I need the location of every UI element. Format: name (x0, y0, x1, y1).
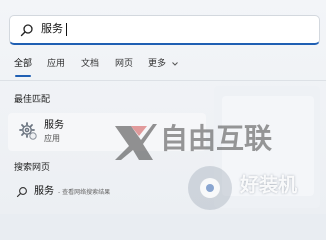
tab-documents[interactable]: 文档 (81, 58, 99, 70)
search-query: 服务 (41, 22, 63, 35)
tab-more[interactable]: 更多 (148, 58, 179, 70)
web-search-heading: 搜索网页 (14, 163, 51, 173)
tab-all[interactable]: 全部 (14, 58, 32, 70)
gear-icon (19, 122, 37, 140)
tab-more-label: 更多 (148, 59, 167, 69)
active-tab-indicator (15, 75, 31, 77)
tab-apps[interactable]: 应用 (47, 58, 65, 70)
watermark2-text: 好装机 (240, 174, 298, 196)
tabs-divider (0, 80, 326, 81)
watermark-logo (115, 124, 157, 160)
tab-web[interactable]: 网页 (115, 58, 133, 70)
chevron-down-icon (172, 61, 178, 66)
search-icon (16, 187, 27, 198)
watermark2-logo-dot (206, 184, 214, 192)
text-caret (66, 23, 67, 36)
web-search-subtitle: - 查看网络搜索结果 (58, 189, 111, 196)
web-search-result[interactable]: 服务 - 查看网络搜索结果 (8, 180, 208, 206)
best-match-heading: 最佳匹配 (14, 95, 51, 105)
search-icon (20, 24, 33, 37)
best-match-type: 应用 (44, 134, 60, 143)
best-match-name: 服务 (44, 120, 64, 131)
search-input[interactable]: 服务 (9, 15, 320, 45)
watermark-text: 自由互联 (160, 122, 273, 155)
web-search-query: 服务 (34, 186, 54, 197)
search-panel: 服务 全部 应用 文档 网页 更多 最佳匹配 服务 应用 搜索网页 服务 - 查… (0, 0, 326, 214)
